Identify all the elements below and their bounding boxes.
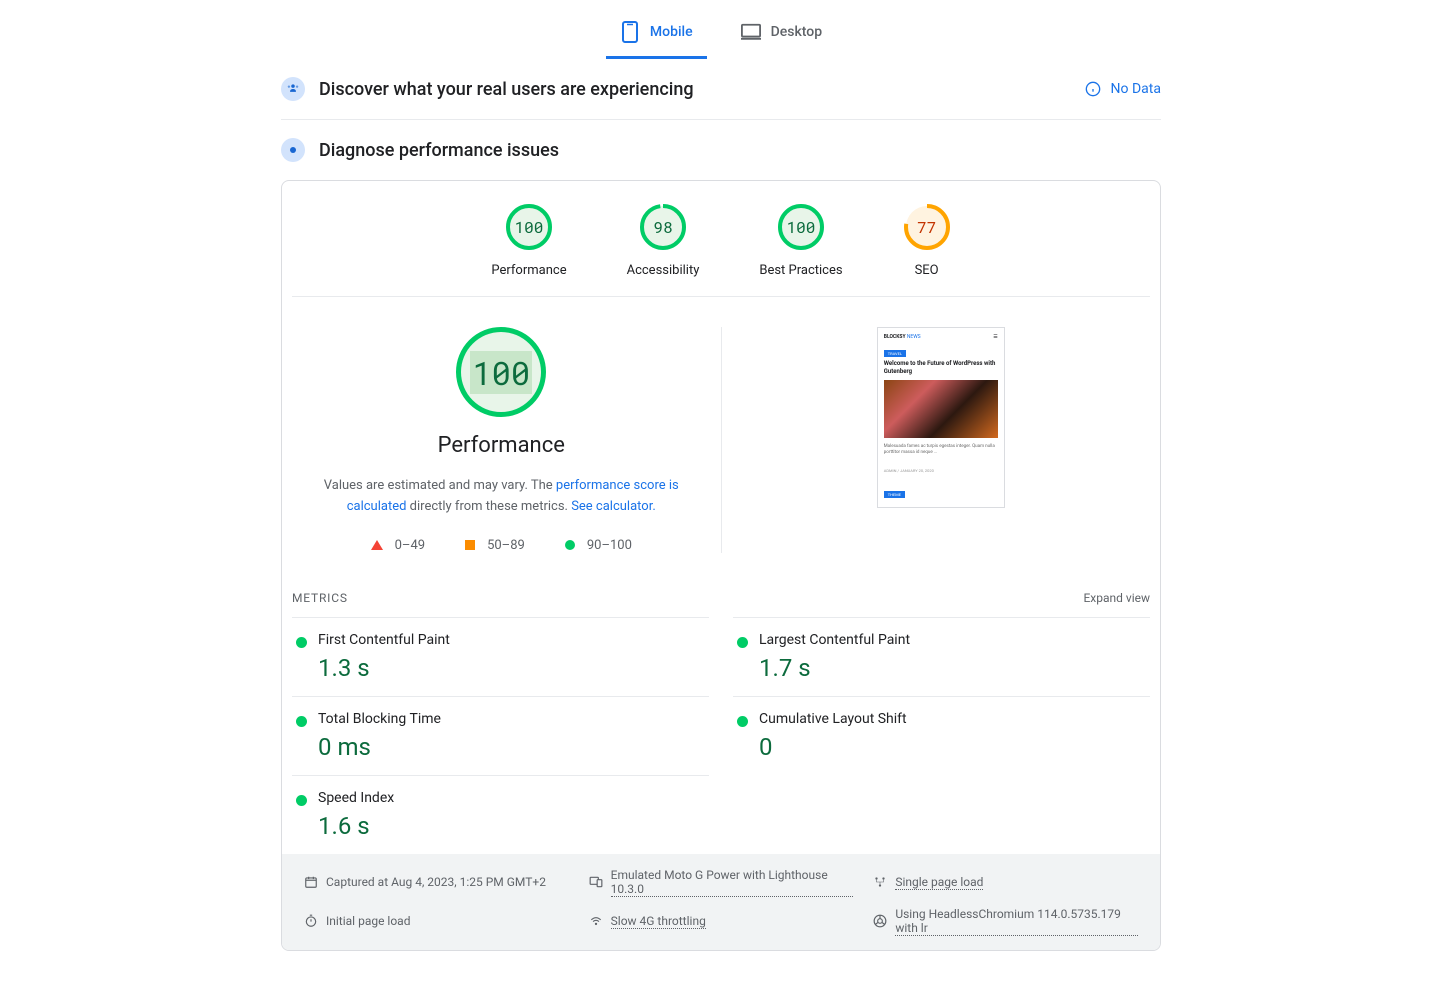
- device-tabs: Mobile Desktop: [60, 0, 1382, 59]
- tab-mobile-label: Mobile: [650, 24, 693, 40]
- emulated-device: Emulated Moto G Power with Lighthouse 10…: [589, 868, 854, 897]
- tab-mobile[interactable]: Mobile: [606, 12, 707, 59]
- performance-big-gauge: 100: [456, 327, 546, 417]
- timer-icon: [304, 914, 318, 928]
- status-dot-icon: [296, 795, 307, 806]
- metrics-grid: First Contentful Paint 1.3 s Largest Con…: [282, 617, 1160, 854]
- environment-footer: Captured at Aug 4, 2023, 1:25 PM GMT+2 E…: [282, 854, 1160, 950]
- info-icon: [1085, 81, 1101, 97]
- score-row: 100 Performance 98 Accessibility 100: [292, 181, 1150, 297]
- users-icon: [281, 77, 305, 101]
- metric-fcp[interactable]: First Contentful Paint 1.3 s: [292, 617, 709, 696]
- captured-at: Captured at Aug 4, 2023, 1:25 PM GMT+2: [304, 868, 569, 897]
- hamburger-icon: ☰: [993, 334, 997, 340]
- discover-section: Discover what your real users are experi…: [281, 59, 1161, 120]
- no-data-link[interactable]: No Data: [1085, 81, 1161, 97]
- metric-tbt[interactable]: Total Blocking Time 0 ms: [292, 696, 709, 775]
- devices-icon: [589, 875, 603, 889]
- desktop-icon: [741, 22, 761, 42]
- score-seo[interactable]: 77 SEO: [903, 203, 951, 278]
- status-dot-icon: [296, 716, 307, 727]
- diagnose-section: Diagnose performance issues: [281, 120, 1161, 180]
- status-dot-icon: [296, 637, 307, 648]
- performance-description: Values are estimated and may vary. The p…: [321, 476, 681, 518]
- expand-view-link[interactable]: Expand view: [1083, 591, 1150, 605]
- status-dot-icon: [737, 716, 748, 727]
- metrics-title: METRICS: [292, 591, 348, 605]
- calculator-link[interactable]: See calculator.: [571, 499, 656, 514]
- calendar-icon: [304, 875, 318, 889]
- square-icon: [465, 540, 475, 550]
- tab-desktop-label: Desktop: [771, 24, 822, 40]
- wifi-icon: [589, 914, 603, 928]
- score-performance[interactable]: 100 Performance: [491, 203, 566, 278]
- diagnose-icon: [281, 138, 305, 162]
- performance-big-title: Performance: [312, 433, 691, 458]
- score-best-practices[interactable]: 100 Best Practices: [759, 203, 842, 278]
- throttling: Slow 4G throttling: [589, 907, 854, 936]
- metric-lcp[interactable]: Largest Contentful Paint 1.7 s: [733, 617, 1150, 696]
- mobile-icon: [620, 22, 640, 42]
- score-accessibility[interactable]: 98 Accessibility: [627, 203, 700, 278]
- network-icon: [873, 875, 887, 889]
- metrics-header: METRICS Expand view: [282, 573, 1160, 617]
- browser-info: Using HeadlessChromium 114.0.5735.179 wi…: [873, 907, 1138, 936]
- discover-title: Discover what your real users are experi…: [319, 79, 1085, 100]
- status-dot-icon: [737, 637, 748, 648]
- lighthouse-card: 100 Performance 98 Accessibility 100: [281, 180, 1161, 951]
- chrome-icon: [873, 914, 887, 928]
- diagnose-title: Diagnose performance issues: [319, 140, 1161, 161]
- score-legend: 0–49 50–89 90–100: [312, 538, 691, 553]
- single-page-load: Single page load: [873, 868, 1138, 897]
- performance-detail: 100 Performance Values are estimated and…: [282, 297, 1160, 573]
- initial-load: Initial page load: [304, 907, 569, 936]
- tab-desktop[interactable]: Desktop: [727, 12, 836, 59]
- page-screenshot: BLOCKSY NEWS ☰ TRAVEL Welcome to the Fut…: [877, 327, 1005, 508]
- metric-si[interactable]: Speed Index 1.6 s: [292, 775, 709, 854]
- triangle-icon: [371, 540, 383, 550]
- circle-icon: [565, 540, 575, 550]
- metric-cls[interactable]: Cumulative Layout Shift 0: [733, 696, 1150, 775]
